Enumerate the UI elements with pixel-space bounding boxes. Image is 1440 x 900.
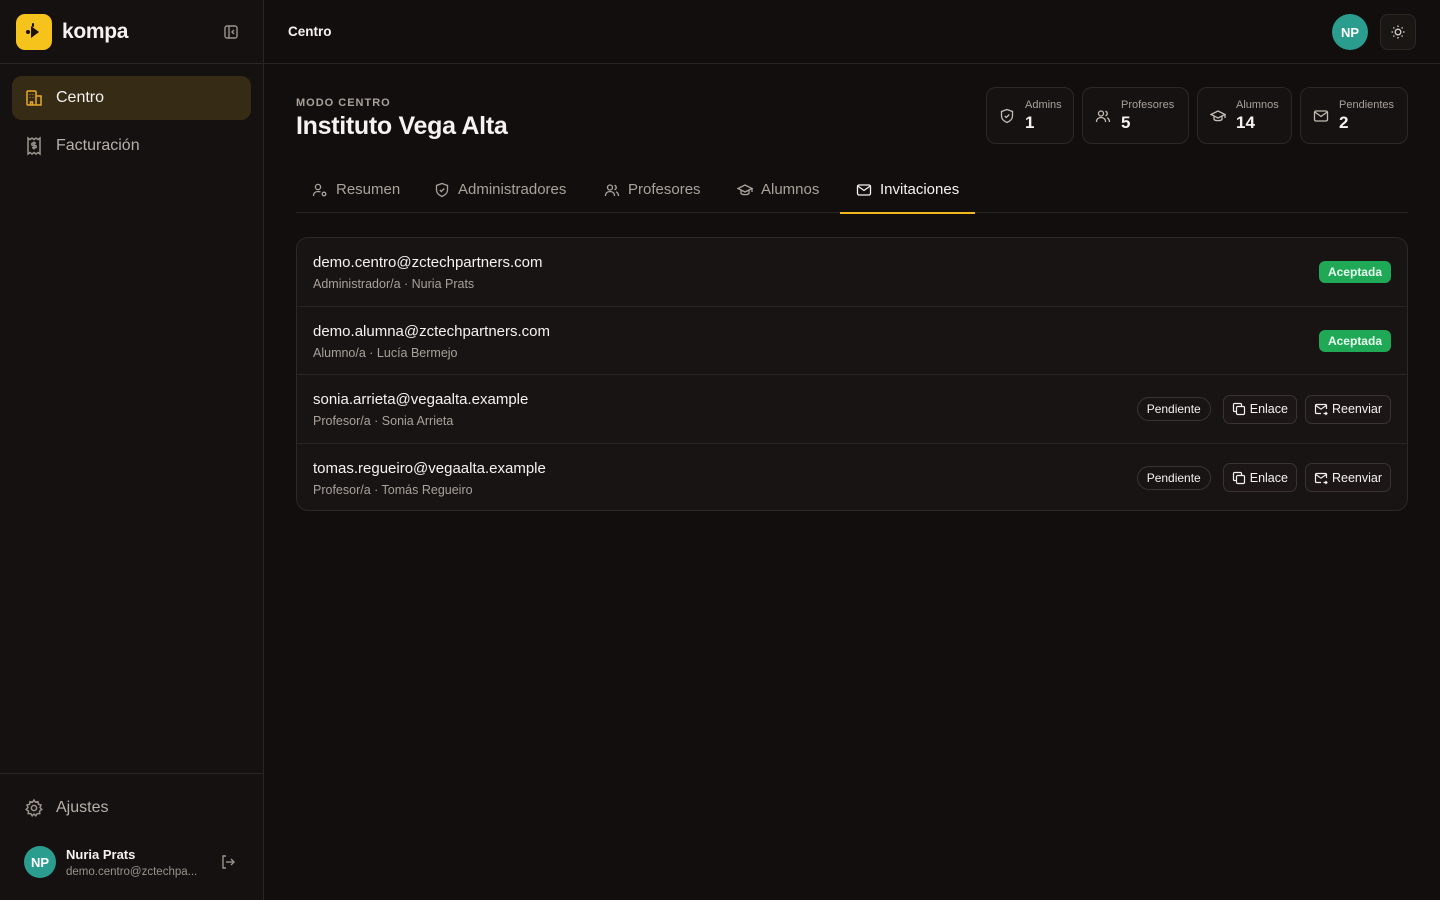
mail-send-icon — [1314, 402, 1328, 416]
graduation-cap-icon — [1210, 108, 1226, 124]
logout-icon — [222, 855, 235, 869]
list-item: demo.alumna@zctechpartners.com Alumno/a … — [297, 307, 1407, 375]
invitation-meta: Administrador/a · Nuria Prats — [313, 277, 475, 291]
panel-left-icon — [224, 24, 238, 39]
gear-icon — [24, 798, 44, 818]
user-profile[interactable]: NP Nuria Prats demo.centro@zctechpa... — [24, 844, 240, 880]
list-item: sonia.arrieta@vegaalta.example Profesor/… — [297, 375, 1407, 444]
avatar[interactable]: NP — [24, 846, 56, 878]
status-badge: Pendiente — [1136, 465, 1211, 490]
stat-value: 5 — [1121, 112, 1131, 132]
status-badge: Aceptada — [1318, 329, 1391, 352]
theme-toggle-button[interactable] — [1380, 14, 1416, 50]
breadcrumb: Centro — [288, 24, 332, 39]
copy-link-button[interactable]: Enlace — [1222, 463, 1297, 492]
invitation-email: demo.centro@zctechpartners.com — [313, 254, 543, 271]
stat-value: 14 — [1236, 112, 1255, 132]
sidebar-header: kompa — [0, 0, 263, 64]
user-cog-icon — [312, 182, 328, 198]
tab-label: Profesores — [628, 181, 701, 198]
sidebar-item-ajustes[interactable]: Ajustes — [12, 788, 250, 828]
app-name[interactable]: kompa — [62, 20, 128, 44]
sidebar-item-centro[interactable]: Centro — [12, 76, 251, 120]
shield-icon — [999, 108, 1015, 124]
status-badge: Aceptada — [1318, 261, 1391, 283]
resend-label: Reenviar — [1331, 470, 1382, 485]
invitation-actions: Aceptada — [1318, 238, 1391, 306]
copy-link-button[interactable]: Enlace — [1222, 394, 1297, 424]
user-email: demo.centro@zctechpa... — [66, 865, 198, 878]
stat-label: Profesores — [1121, 98, 1175, 111]
stat-value: 1 — [1025, 112, 1035, 132]
resend-button[interactable]: Reenviar — [1304, 463, 1391, 492]
sidebar-footer: Ajustes NP Nuria Prats demo.centro@zctec… — [0, 773, 263, 900]
invitation-meta: Profesor/a · Sonia Arrieta — [313, 414, 454, 428]
tab-resumen[interactable]: Resumen — [296, 167, 416, 212]
list-item: tomas.regueiro@vegaalta.example Profesor… — [297, 444, 1407, 511]
users-icon — [604, 182, 620, 198]
copy-icon — [1232, 471, 1246, 485]
copy-link-label: Enlace — [1249, 470, 1288, 485]
resend-label: Reenviar — [1331, 402, 1382, 416]
stat-label: Admins — [1025, 98, 1062, 111]
invitation-email: demo.alumna@zctechpartners.com — [313, 322, 550, 340]
topbar: Centro NP — [264, 0, 1440, 64]
tab-label: Resumen — [336, 181, 401, 198]
invitation-actions: Pendiente Enlace Reenviar — [1136, 375, 1391, 443]
stat-admins: Admins 1 — [986, 87, 1074, 144]
tab-invitaciones[interactable]: Invitaciones — [840, 167, 976, 214]
stat-profesores: Profesores 5 — [1082, 87, 1189, 144]
invitation-actions: Pendiente Enlace Reenviar — [1136, 444, 1391, 511]
stat-label: Pendientes — [1339, 98, 1395, 111]
tab-label: Alumnos — [761, 181, 820, 198]
sun-icon — [1391, 25, 1405, 39]
list-item: demo.centro@zctechpartners.com Administr… — [297, 238, 1407, 307]
users-icon — [1095, 108, 1111, 124]
invitation-email: tomas.regueiro@vegaalta.example — [313, 459, 546, 477]
tab-administradores[interactable]: Administradores — [418, 167, 582, 212]
resend-button[interactable]: Reenviar — [1304, 394, 1391, 424]
stat-pendientes: Pendientes 2 — [1300, 87, 1408, 144]
copy-link-label: Enlace — [1249, 402, 1288, 416]
sidebar: kompa Centro Facturación Ajustes NP Nuri… — [0, 0, 264, 900]
invitations-list: demo.centro@zctechpartners.com Administr… — [296, 237, 1408, 511]
sidebar-item-label: Centro — [56, 89, 105, 106]
mail-send-icon — [1314, 471, 1328, 485]
sidebar-nav: Centro Facturación — [0, 64, 263, 184]
page-title: Instituto Vega Alta — [296, 112, 508, 140]
copy-icon — [1232, 402, 1246, 416]
stat-label: Alumnos — [1236, 98, 1279, 111]
stat-alumnos: Alumnos 14 — [1197, 87, 1292, 144]
invitation-actions: Aceptada — [1318, 307, 1391, 375]
invitation-meta: Profesor/a · Tomás Regueiro — [313, 482, 473, 497]
invitation-meta: Alumno/a · Lucía Bermejo — [313, 345, 458, 360]
mail-icon — [1313, 108, 1329, 124]
tab-alumnos[interactable]: Alumnos — [721, 167, 835, 212]
user-name: Nuria Prats — [66, 846, 136, 862]
tab-label: Administradores — [458, 181, 567, 198]
receipt-icon — [24, 136, 44, 156]
kompa-logo-icon[interactable] — [16, 13, 52, 50]
sidebar-collapse-button[interactable] — [215, 16, 247, 48]
user-info: Nuria Prats demo.centro@zctechpa... — [66, 847, 206, 878]
tab-bar: Resumen Administradores Profesores Alumn… — [296, 167, 1408, 214]
tab-label: Invitaciones — [880, 181, 960, 198]
settings-label: Ajustes — [56, 799, 109, 816]
shield-icon — [434, 182, 450, 198]
sidebar-item-facturacion[interactable]: Facturación — [12, 124, 251, 168]
building-icon — [24, 88, 44, 108]
status-badge: Pendiente — [1136, 397, 1211, 421]
logout-button[interactable] — [216, 850, 240, 874]
graduation-cap-icon — [737, 182, 753, 198]
mail-icon — [856, 182, 872, 198]
invitation-email: sonia.arrieta@vegaalta.example — [313, 391, 529, 408]
tab-profesores[interactable]: Profesores — [588, 167, 717, 212]
stat-value: 2 — [1339, 112, 1349, 132]
user-avatar-button[interactable]: NP — [1332, 14, 1368, 50]
page-eyebrow: MODO CENTRO — [296, 97, 391, 109]
sidebar-item-label: Facturación — [56, 137, 140, 154]
